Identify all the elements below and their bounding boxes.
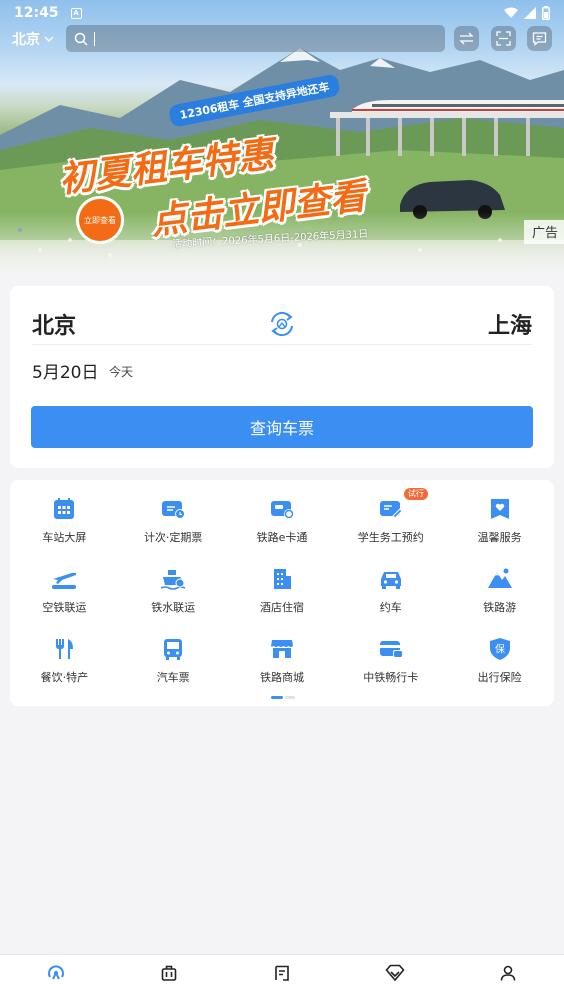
services-pager xyxy=(271,696,295,699)
service-label: 餐饮·特产 xyxy=(40,671,89,684)
care-service-icon xyxy=(485,494,515,524)
departure-date[interactable]: 5月20日 xyxy=(32,358,98,383)
user-icon xyxy=(500,965,515,981)
top-bar: 北京 xyxy=(0,24,564,54)
rail-card-icon xyxy=(376,634,406,664)
service-label: 铁水联运 xyxy=(151,601,196,614)
nav-home[interactable] xyxy=(0,955,113,1004)
orders-icon xyxy=(275,965,289,981)
bottom-navigation xyxy=(0,954,564,1004)
signal-icon xyxy=(524,7,536,19)
scan-icon xyxy=(496,31,511,46)
svg-text:保: 保 xyxy=(495,643,505,656)
status-time: 12:45 xyxy=(14,5,59,21)
rail-ecard-icon xyxy=(267,494,297,524)
message-icon xyxy=(532,32,547,46)
date-note: 今天 xyxy=(109,365,134,379)
service-item[interactable]: 保 出行保险 xyxy=(445,634,554,688)
card-divider xyxy=(32,344,532,345)
nav-trips[interactable] xyxy=(113,955,226,1004)
service-item[interactable]: 试行 学生务工预约 xyxy=(336,488,445,548)
status-icons xyxy=(504,6,550,20)
service-label: 铁路商城 xyxy=(259,671,304,684)
battery-icon xyxy=(542,6,550,20)
service-item[interactable]: 中铁畅行卡 xyxy=(336,634,445,688)
swap-stations-button[interactable] xyxy=(268,310,296,338)
mountain-icon xyxy=(485,564,515,594)
scan-button[interactable] xyxy=(491,26,516,51)
from-station[interactable]: 北京 xyxy=(32,308,76,340)
service-item[interactable]: 计次·定期票 xyxy=(119,494,228,548)
service-label: 约车 xyxy=(379,601,402,614)
service-label: 汽车票 xyxy=(156,671,190,684)
period-ticket-icon xyxy=(158,494,188,524)
message-button[interactable] xyxy=(527,26,552,51)
service-item[interactable]: 铁路e卡通 xyxy=(228,494,337,548)
wifi-icon xyxy=(504,7,518,18)
ticket-search-card: 北京 上海 5月20日 今天 查询车票 xyxy=(10,286,554,468)
to-station[interactable]: 上海 xyxy=(488,308,532,340)
trial-badge: 试行 xyxy=(403,488,428,500)
chevron-down-icon xyxy=(44,36,54,42)
service-item[interactable]: 餐饮·特产 xyxy=(10,634,119,688)
service-label: 铁路e卡通 xyxy=(256,531,308,544)
service-item[interactable]: 温馨服务 xyxy=(445,494,554,548)
service-label: 温馨服务 xyxy=(477,531,522,544)
service-label: 中铁畅行卡 xyxy=(363,671,419,684)
city-selector[interactable]: 北京 xyxy=(12,29,54,49)
search-icon xyxy=(74,32,88,46)
services-card: 车站大屏 计次·定期票 铁路e卡通 试行 学生务工预约 温馨服务 空铁联运 铁水… xyxy=(10,480,554,706)
service-item[interactable]: 酒店住宿 xyxy=(228,564,337,618)
pager-dot xyxy=(285,696,295,699)
service-label: 车站大屏 xyxy=(42,531,87,544)
service-item[interactable]: 铁路游 xyxy=(445,564,554,618)
service-item[interactable]: 空铁联运 xyxy=(10,564,119,618)
service-item[interactable]: 车站大屏 xyxy=(10,494,119,548)
dining-icon xyxy=(49,634,79,664)
car-icon xyxy=(376,564,406,594)
nav-orders[interactable] xyxy=(226,955,339,1004)
suitcase-icon xyxy=(161,965,177,981)
search-input[interactable] xyxy=(66,25,445,52)
current-city: 北京 xyxy=(12,32,40,48)
notification-app-icon: A xyxy=(70,7,82,19)
swap-stations-icon xyxy=(271,311,293,337)
rail-ship-icon xyxy=(158,564,188,594)
service-label: 酒店住宿 xyxy=(259,601,304,614)
ad-badge: 广告 xyxy=(523,220,564,244)
service-item[interactable]: 铁水联运 xyxy=(119,564,228,618)
hotel-icon xyxy=(267,564,297,594)
insurance-icon: 保 xyxy=(485,634,515,664)
service-label: 计次·定期票 xyxy=(143,531,203,544)
bus-icon xyxy=(158,634,188,664)
service-item[interactable]: 约车 xyxy=(336,564,445,618)
query-tickets-button[interactable]: 查询车票 xyxy=(31,406,533,448)
nav-profile[interactable] xyxy=(451,955,564,1004)
station-screen-icon xyxy=(49,494,79,524)
air-rail-icon xyxy=(49,564,79,594)
tap-hand-icon: 立即查看 xyxy=(76,196,124,244)
service-label: 铁路游 xyxy=(483,601,517,614)
service-item[interactable]: 汽车票 xyxy=(119,634,228,688)
swap-arrows-icon xyxy=(459,32,474,45)
promo-hand-label: 立即查看 xyxy=(84,215,116,225)
diamond-icon xyxy=(385,964,405,982)
service-label: 出行保险 xyxy=(477,671,522,684)
service-label: 学生务工预约 xyxy=(357,531,424,544)
service-item[interactable]: 铁路商城 xyxy=(228,634,337,688)
store-icon xyxy=(267,634,297,664)
nav-member[interactable] xyxy=(338,955,451,1004)
switch-button[interactable] xyxy=(454,26,479,51)
home-logo-icon xyxy=(48,965,65,980)
status-bar: 12:45 A xyxy=(0,0,564,26)
pager-dot-active xyxy=(271,696,283,699)
student-booking-icon xyxy=(376,494,406,524)
services-grid: 车站大屏 计次·定期票 铁路e卡通 试行 学生务工预约 温馨服务 空铁联运 铁水… xyxy=(10,488,554,688)
service-label: 空铁联运 xyxy=(42,601,87,614)
search-caret xyxy=(94,31,95,46)
